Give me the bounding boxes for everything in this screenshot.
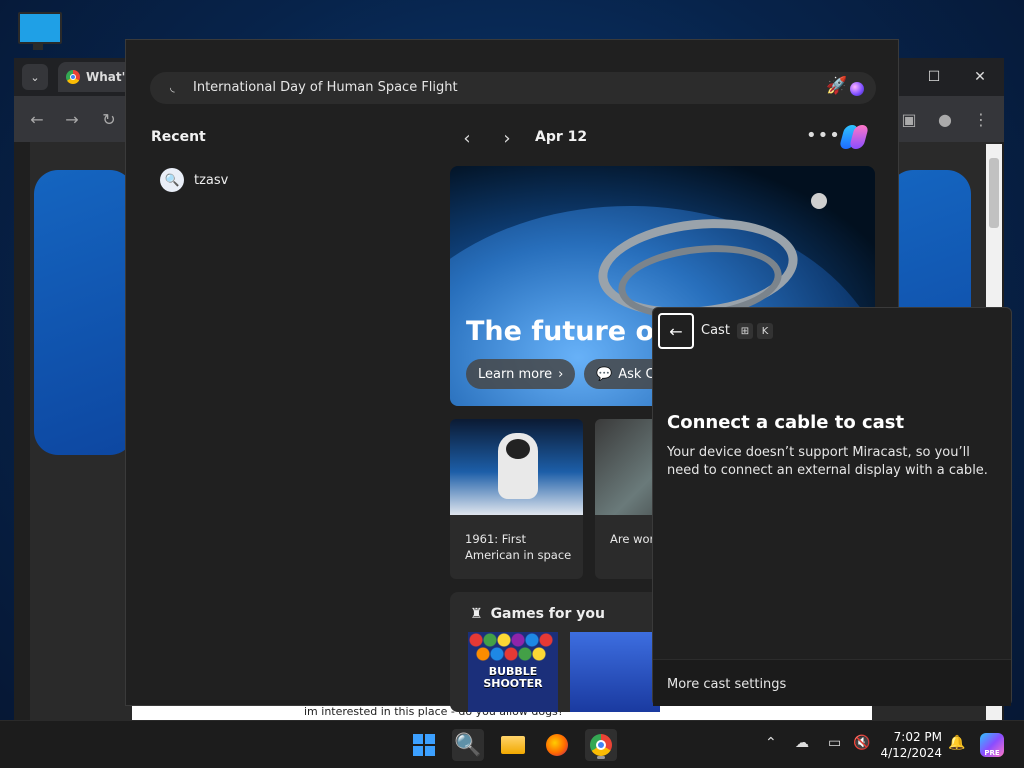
taskbar: 🔍 ⌃ ☁ ▭ 🔇 7:02 PM 4/12/2024 🔔 PRE: [0, 720, 1024, 768]
page-blue-panel-left: [34, 170, 134, 455]
volume-muted-icon[interactable]: 🔇: [853, 735, 870, 751]
recent-heading: Recent: [151, 129, 206, 145]
search-icon: 🔍: [160, 168, 184, 192]
search-taskbar-button[interactable]: 🔍: [452, 729, 484, 761]
side-panel-button[interactable]: ▣: [896, 106, 922, 132]
previous-day-button[interactable]: ‹: [455, 126, 479, 150]
chess-piece-icon: ♜: [470, 606, 483, 622]
windows-logo-icon: [413, 734, 435, 756]
tab-search-dropdown[interactable]: ⌄: [22, 64, 48, 90]
chevron-right-icon: ›: [503, 127, 511, 149]
learn-more-label: Learn more: [478, 366, 553, 382]
date: 4/12/2024: [880, 746, 942, 760]
cloud-offline-icon[interactable]: ☁: [795, 735, 809, 751]
more-options-button[interactable]: •••: [806, 125, 841, 146]
date-label: Apr 12: [535, 129, 588, 145]
arrow-right-icon: →: [65, 109, 79, 129]
start-button[interactable]: [408, 729, 440, 761]
close-window-button[interactable]: ✕: [965, 66, 995, 88]
copilot-pre-icon[interactable]: PRE: [980, 733, 1004, 757]
chrome-icon: [66, 70, 80, 84]
learn-more-button[interactable]: Learn more ›: [466, 359, 576, 389]
search-input[interactable]: International Day of Human Space Flight: [193, 80, 458, 95]
games-section: ♜ Games for you BUBBLE SHOOTER: [450, 592, 660, 712]
next-day-button[interactable]: ›: [495, 126, 519, 150]
cast-footer: More cast settings: [653, 659, 1011, 706]
file-explorer-button[interactable]: [497, 729, 529, 761]
profile-icon: ●: [938, 109, 952, 129]
card-text: 1961: First American in space: [465, 532, 572, 562]
page-scroll-thumb[interactable]: [989, 158, 999, 228]
chrome-taskbar-button[interactable]: [585, 729, 617, 761]
reload-button[interactable]: ↻: [96, 106, 122, 132]
clock[interactable]: 7:02 PM 4/12/2024: [880, 729, 942, 761]
games-heading: ♜ Games for you: [470, 606, 605, 622]
chevron-left-icon: ‹: [463, 127, 471, 149]
maximize-icon: ☐: [927, 69, 941, 85]
back-button[interactable]: ←: [658, 313, 694, 349]
more-cast-settings-link[interactable]: More cast settings: [667, 677, 786, 692]
side-panel-icon: ▣: [901, 109, 917, 129]
games-title-text: Games for you: [490, 606, 605, 622]
chevron-up-icon[interactable]: ⌃: [765, 735, 777, 751]
forward-button[interactable]: →: [59, 106, 85, 132]
firefox-icon: [546, 734, 568, 756]
rocket-icon: 🚀: [826, 76, 848, 96]
network-icon[interactable]: ▭: [828, 735, 841, 751]
notification-bell-icon[interactable]: 🔔: [948, 735, 965, 751]
folder-icon: [501, 736, 525, 754]
firefox-button[interactable]: [541, 729, 573, 761]
arrow-left-icon: ←: [669, 321, 683, 341]
back-button[interactable]: ←: [24, 106, 50, 132]
card-first-american[interactable]: 1961: First American in space: [450, 419, 583, 579]
arrow-left-icon: ←: [30, 109, 44, 129]
bubble-shooter-tile[interactable]: BUBBLE SHOOTER: [468, 632, 558, 712]
running-indicator: [597, 756, 605, 759]
bubble-balls-image: [468, 632, 558, 668]
time: 7:02 PM: [893, 730, 942, 744]
more-icon: •••: [806, 125, 841, 146]
kebab-menu-icon: ⋮: [973, 109, 989, 129]
cast-panel: ← Cast ⊞ K Connect a cable to cast Your …: [652, 307, 1012, 706]
astronaut-image: [450, 419, 583, 515]
k-key: K: [757, 323, 773, 339]
cast-title: Cast: [701, 323, 730, 338]
chrome-menu-button[interactable]: ⋮: [968, 106, 994, 132]
cast-description: Your device doesn’t support Miracast, so…: [667, 445, 988, 478]
reload-icon: ↻: [102, 109, 116, 129]
chevron-down-icon: ⌄: [30, 70, 40, 84]
chevron-right-icon: ›: [558, 366, 564, 382]
windows-key-icon: ⊞: [737, 323, 753, 339]
pre-badge-text: PRE: [984, 749, 1000, 757]
cast-heading: Connect a cable to cast: [667, 412, 905, 433]
game-tile-2[interactable]: [570, 632, 660, 712]
recent-item-label: tzasv: [194, 172, 229, 188]
close-icon: ✕: [974, 69, 986, 85]
ask-label: Ask C: [618, 366, 655, 382]
profile-button[interactable]: ●: [932, 106, 958, 132]
bubble-shooter-logo: BUBBLE SHOOTER: [483, 665, 543, 690]
copilot-orb-icon[interactable]: [850, 82, 864, 96]
search-icon: 🔍: [454, 732, 482, 758]
moon-image: [811, 193, 827, 209]
search-icon: ◟: [170, 80, 175, 94]
recent-item[interactable]: 🔍 tzasv: [160, 167, 228, 193]
copilot-button[interactable]: [838, 122, 870, 152]
this-pc-desktop-icon[interactable]: [16, 10, 62, 50]
search-box[interactable]: ◟ International Day of Human Space Fligh…: [150, 72, 876, 104]
chat-bubble-icon: 💬: [596, 366, 613, 382]
chrome-icon: [590, 734, 612, 756]
maximize-button[interactable]: ☐: [919, 66, 949, 88]
